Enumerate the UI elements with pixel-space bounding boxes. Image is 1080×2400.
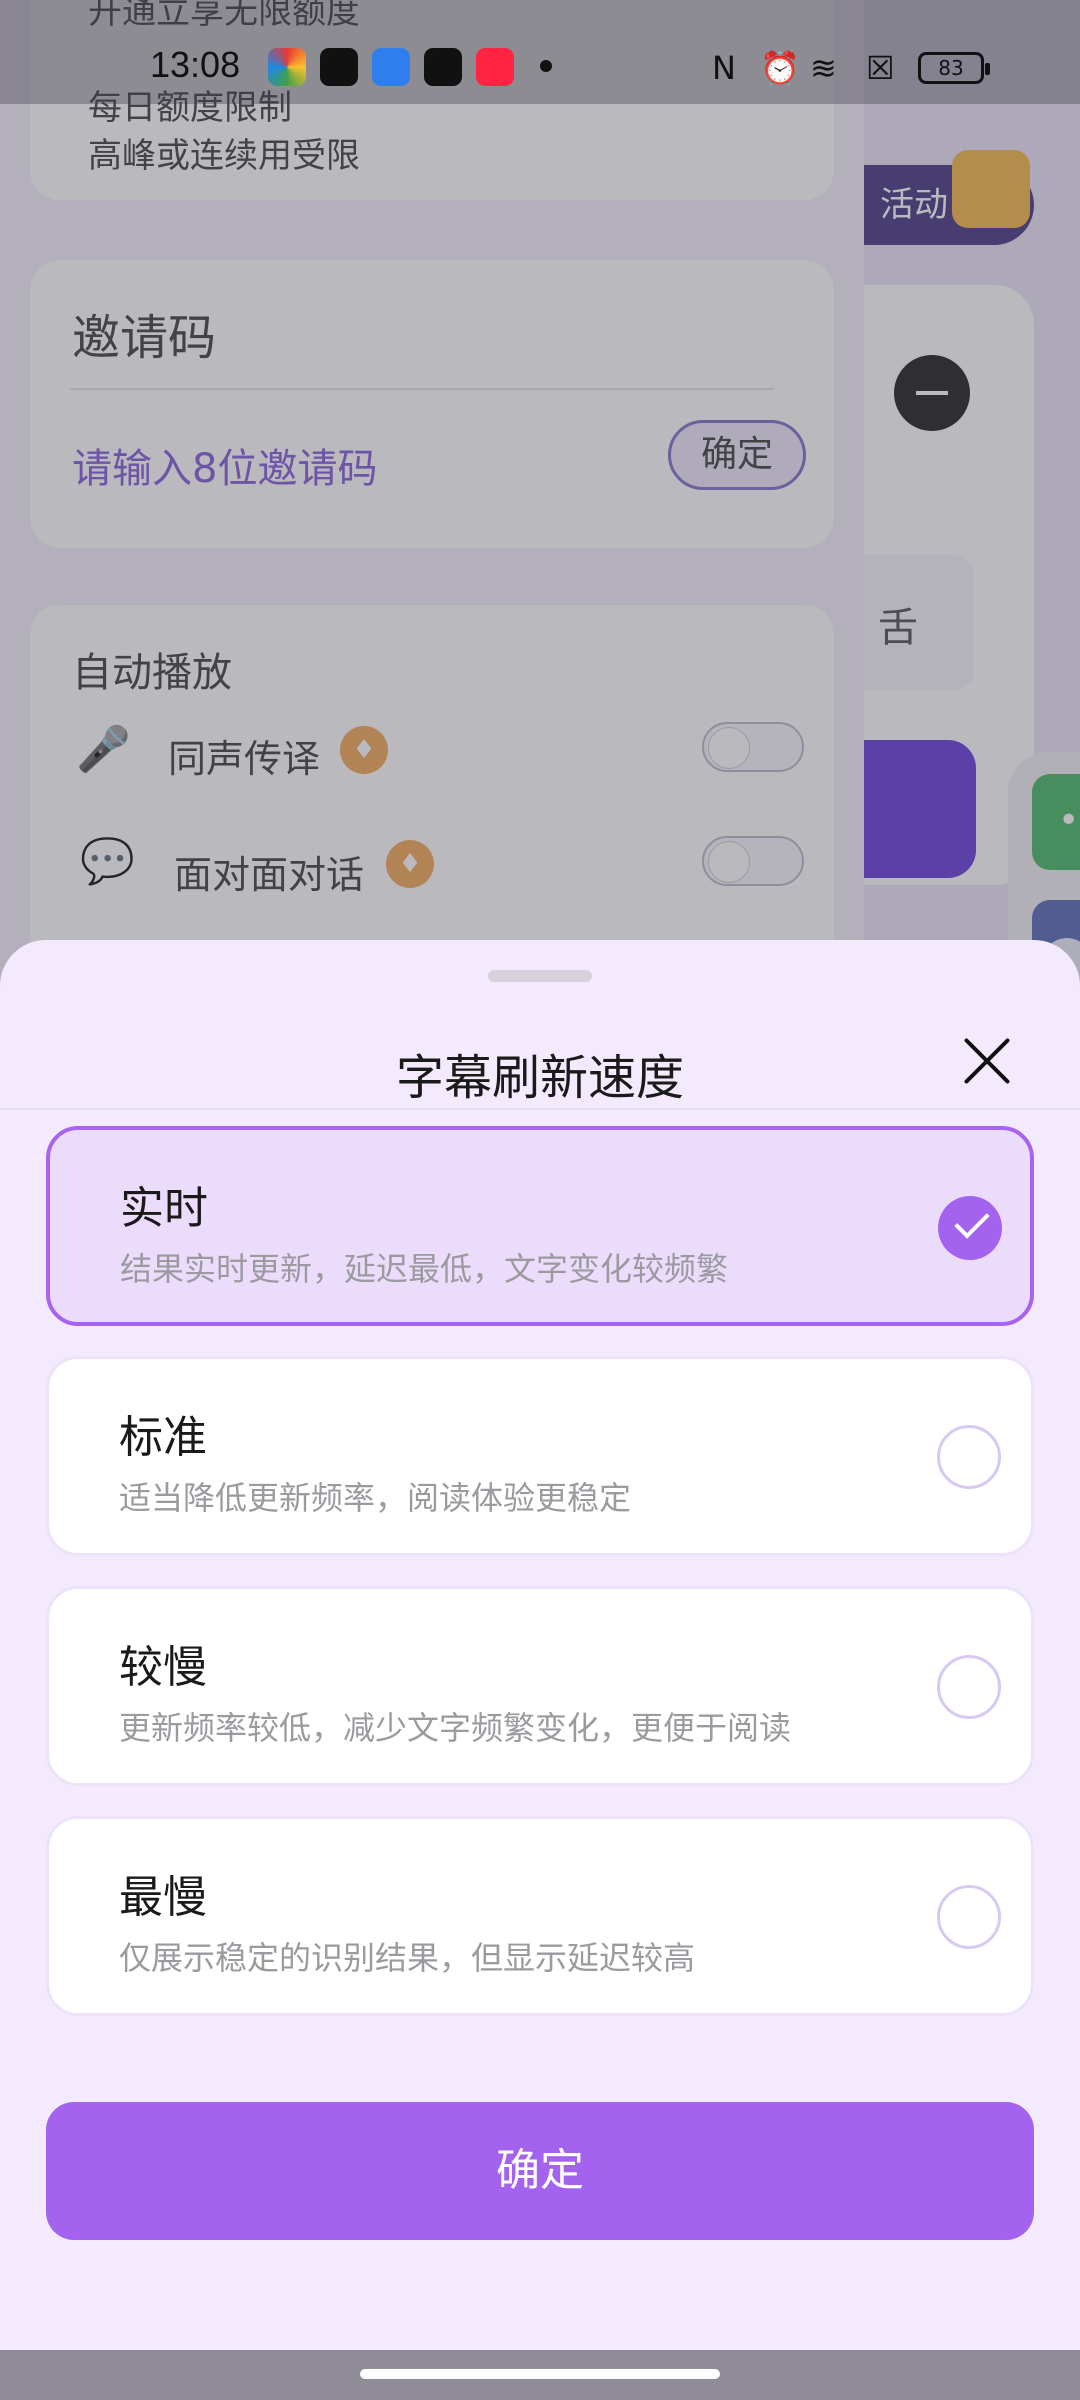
radio-button[interactable] <box>937 1655 1001 1719</box>
option-slowest[interactable]: 最慢 仅展示稳定的识别结果，但显示延迟较高 <box>46 1816 1034 2016</box>
nfc-icon: N <box>712 49 736 87</box>
subtitle-speed-sheet: 字幕刷新速度 实时 结果实时更新，延迟最低，文字变化较频繁 标准 适当降低更新频… <box>0 940 1080 2350</box>
option-title: 实时 <box>120 1183 208 1234</box>
battery-icon: 83 <box>918 52 990 84</box>
home-indicator[interactable] <box>360 2369 720 2379</box>
more-notifications-dot <box>540 60 552 72</box>
alarm-icon: ⏰ <box>760 49 800 87</box>
option-title: 较慢 <box>119 1642 207 1693</box>
option-title: 最慢 <box>119 1872 207 1923</box>
confirm-button[interactable]: 确定 <box>46 2102 1034 2240</box>
status-bar: 13:08 N ⏰ ≋ ☒ 83 <box>0 0 1080 104</box>
option-description: 仅展示稳定的识别结果，但显示延迟较高 <box>119 1939 696 1977</box>
option-slower[interactable]: 较慢 更新频率较低，减少文字频繁变化，更便于阅读 <box>46 1586 1034 1786</box>
sheet-title: 字幕刷新速度 <box>395 1050 684 1106</box>
xiaohongshu-icon <box>476 48 514 86</box>
option-description: 结果实时更新，延迟最低，文字变化较频繁 <box>120 1250 729 1288</box>
app-notification-icon <box>424 48 462 86</box>
wifi-icon: ≋ <box>810 49 837 87</box>
app-notification-icon <box>372 48 410 86</box>
no-sim-icon: ☒ <box>866 49 895 87</box>
option-realtime[interactable]: 实时 结果实时更新，延迟最低，文字变化较频繁 <box>46 1126 1034 1326</box>
tiktok-icon <box>320 48 358 86</box>
option-description: 适当降低更新频率，阅读体验更稳定 <box>119 1479 632 1517</box>
drag-handle[interactable] <box>488 970 592 982</box>
app-notification-icon <box>268 48 306 86</box>
option-standard[interactable]: 标准 适当降低更新频率，阅读体验更稳定 <box>46 1356 1034 1556</box>
status-time: 13:08 <box>150 44 241 85</box>
sheet-divider <box>0 1108 1080 1110</box>
option-title: 标准 <box>119 1412 207 1463</box>
option-description: 更新频率较低，减少文字频繁变化，更便于阅读 <box>119 1709 792 1747</box>
close-icon[interactable] <box>962 1036 1012 1086</box>
radio-button[interactable] <box>937 1885 1001 1949</box>
checkmark-icon[interactable] <box>938 1196 1002 1260</box>
radio-button[interactable] <box>937 1425 1001 1489</box>
